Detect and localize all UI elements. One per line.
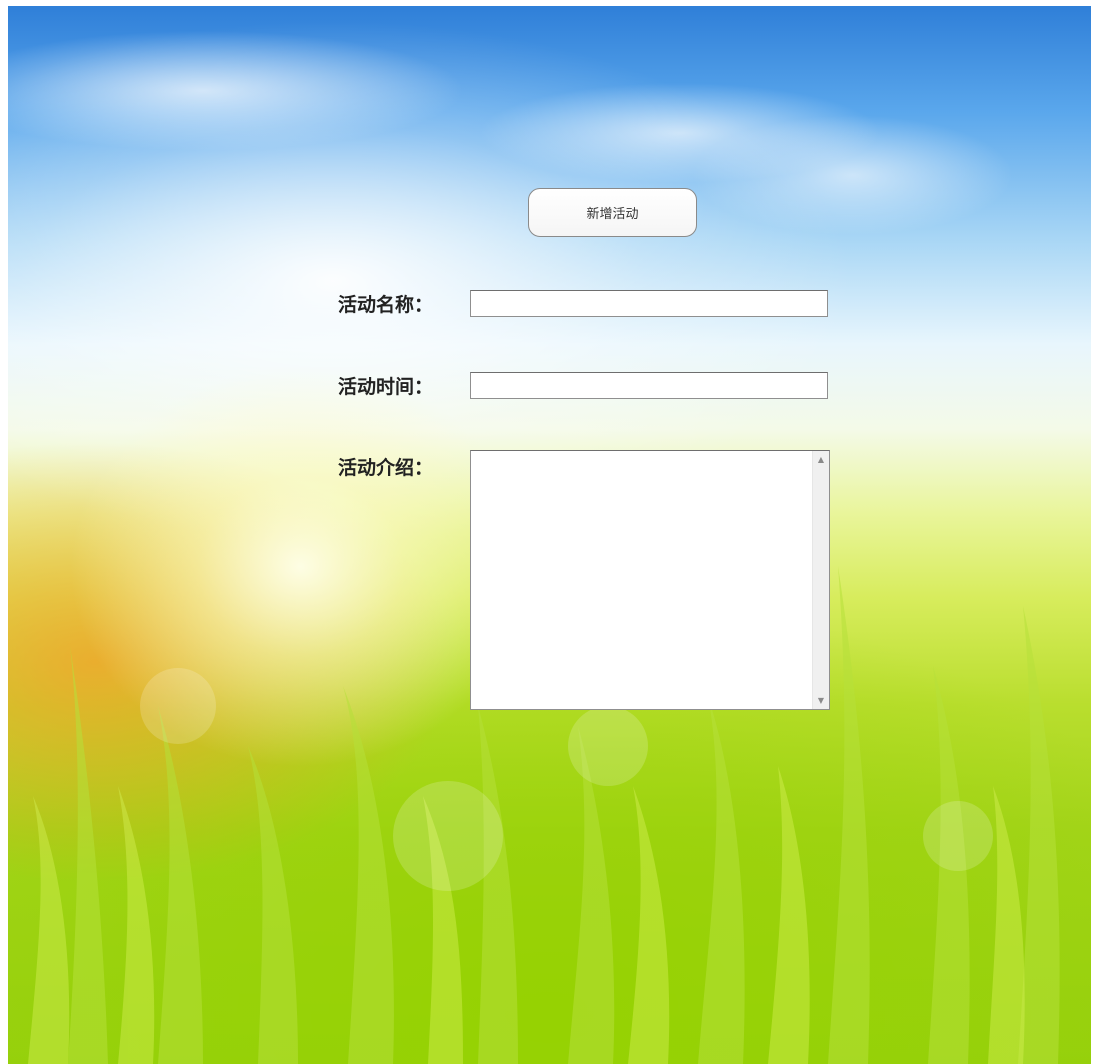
activity-intro-field: ▲ ▼ [470,450,830,710]
activity-time-input[interactable] [470,372,828,399]
activity-intro-textarea[interactable] [471,451,812,709]
activity-name-label: 活动名称： [338,294,434,316]
activity-time-label: 活动时间： [338,376,434,398]
intro-scrollbar[interactable]: ▲ ▼ [812,451,829,709]
page-background: 新增活动 活动名称： 活动时间： 活动介绍： ▲ ▼ [8,6,1091,1064]
add-activity-button[interactable]: 新增活动 [528,188,697,237]
scroll-up-arrow-icon[interactable]: ▲ [813,451,829,468]
activity-intro-label: 活动介绍： [338,457,434,479]
scroll-down-arrow-icon[interactable]: ▼ [813,692,829,709]
activity-name-input[interactable] [470,290,828,317]
